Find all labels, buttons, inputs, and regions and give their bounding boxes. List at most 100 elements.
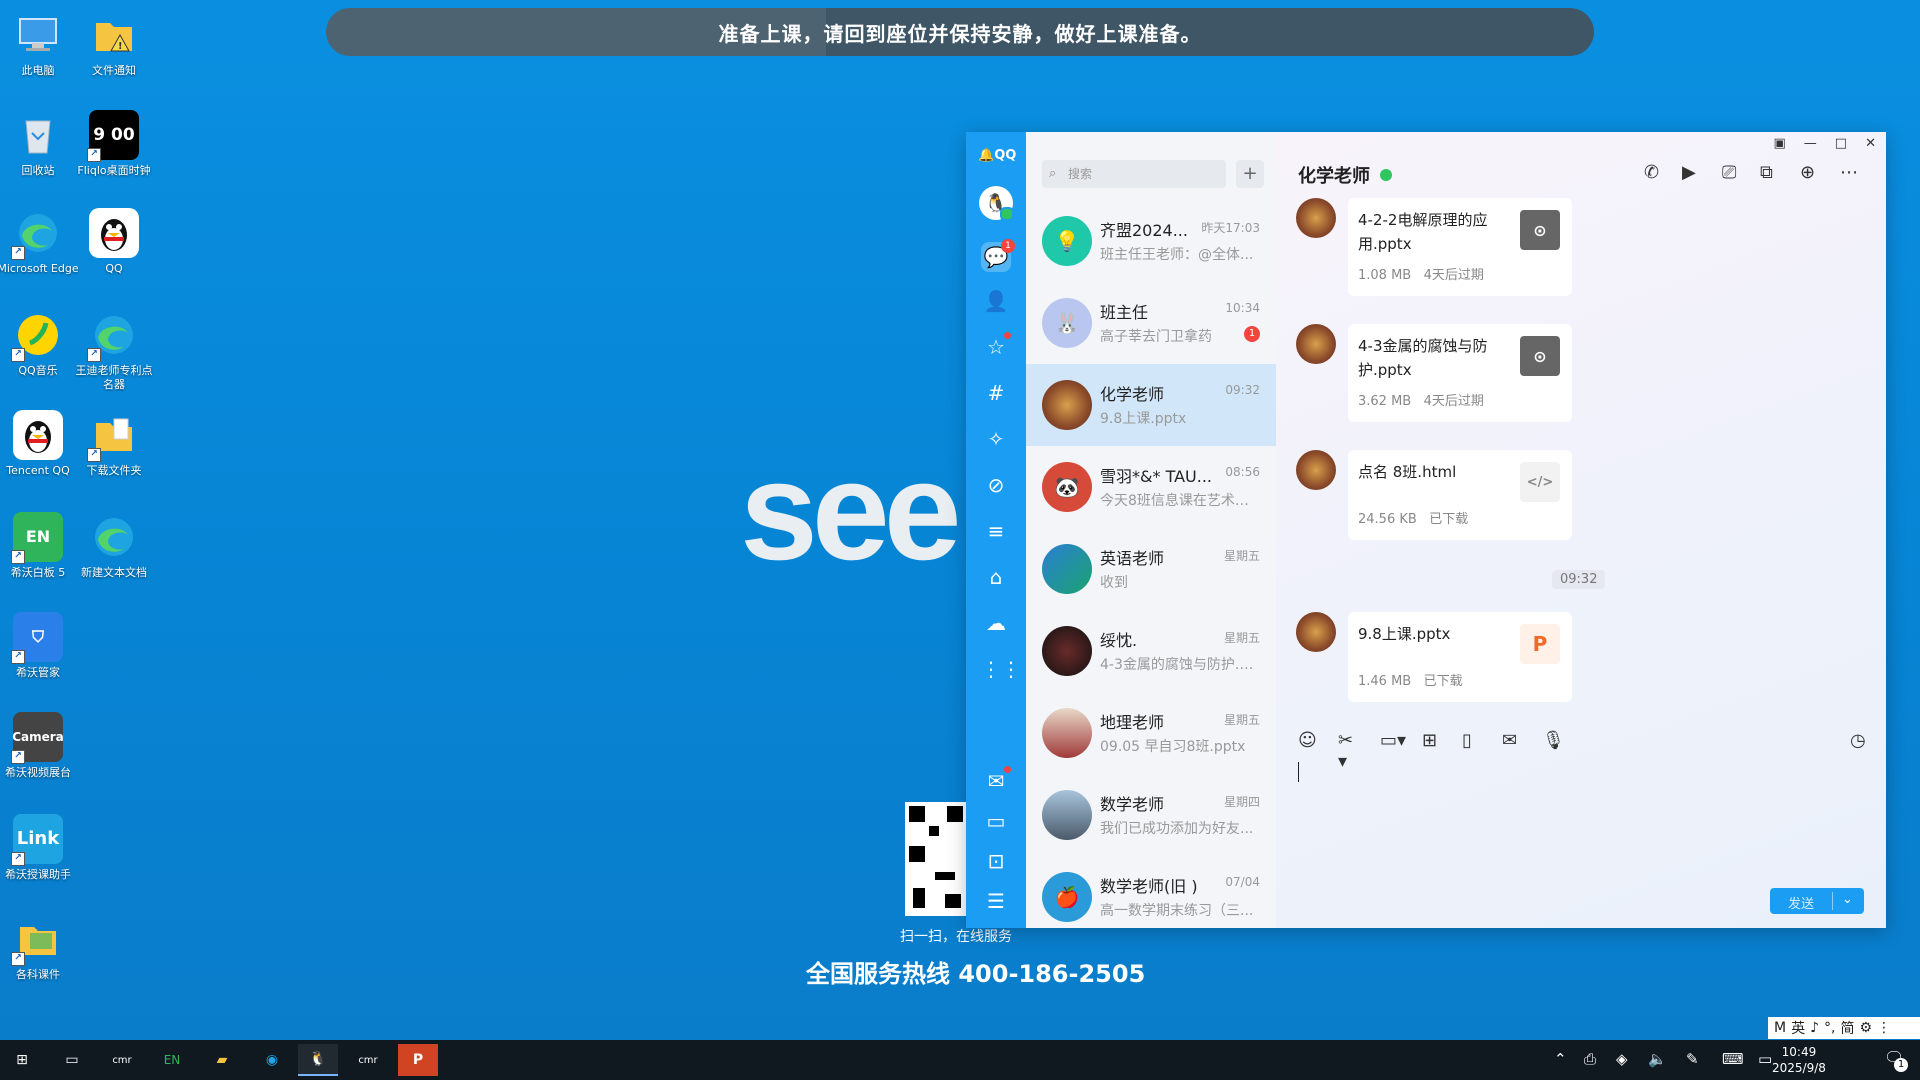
- conversation-item[interactable]: 🐼 雪羽*&* TAU... 08:56 今天8班信息课在艺术楼...: [1026, 446, 1276, 528]
- keyboard-icon[interactable]: ⌨: [1722, 1050, 1744, 1068]
- send-button[interactable]: 发送 ⌄: [1770, 888, 1864, 914]
- taskbar-file-explorer[interactable]: ▰: [202, 1044, 242, 1076]
- taskbar-powerpoint[interactable]: P: [398, 1044, 438, 1076]
- pen-icon[interactable]: ✎: [1686, 1050, 1699, 1068]
- nav-channels-icon[interactable]: #: [981, 378, 1011, 408]
- image-icon[interactable]: ⊞: [1422, 730, 1437, 751]
- notification-center-icon[interactable]: 🗨 1: [1884, 1048, 1908, 1072]
- ime-moon-icon[interactable]: ♪: [1810, 1020, 1819, 1036]
- taskbar-clock[interactable]: 10:49 2025/9/8: [1772, 1044, 1826, 1076]
- nav-apps-icon[interactable]: ⋮⋮: [981, 654, 1021, 684]
- ime-toolbar[interactable]: M 英 ♪ °, 简 ⚙ ⋮: [1768, 1017, 1920, 1039]
- desktop-icon-seewo-camera[interactable]: Camera ↗ 希沃视频展台: [0, 712, 80, 780]
- add-member-icon[interactable]: ⊕: [1800, 162, 1815, 183]
- add-button[interactable]: +: [1236, 160, 1264, 188]
- screenshot-icon[interactable]: ✂▾: [1338, 730, 1353, 772]
- conversation-item[interactable]: 🍎 数学老师(旧 ) 07/04 高一数学期末练习（三...: [1026, 856, 1276, 938]
- chevron-down-icon[interactable]: ⌄: [1842, 892, 1853, 907]
- nav-favorites-icon[interactable]: ☆: [981, 332, 1011, 362]
- ime-settings-icon[interactable]: ⚙: [1859, 1020, 1872, 1036]
- desktop-icon-courseware[interactable]: ↗ 各科课件: [0, 914, 80, 982]
- sender-avatar[interactable]: [1296, 198, 1336, 238]
- taskbar-qq[interactable]: 🐧: [298, 1044, 338, 1076]
- start-button[interactable]: ⊞: [2, 1044, 42, 1076]
- conversation-item[interactable]: 数学老师 星期四 我们已成功添加为好友...: [1026, 774, 1276, 856]
- task-view-icon[interactable]: ▭: [52, 1044, 92, 1076]
- history-icon[interactable]: ◷: [1850, 730, 1866, 751]
- nav-mail-icon[interactable]: ✉: [981, 766, 1011, 796]
- taskbar-seewo-board[interactable]: EN: [152, 1044, 192, 1076]
- tray-expand-icon[interactable]: ⌃: [1554, 1050, 1567, 1068]
- conversation-preview: 今天8班信息课在艺术楼...: [1100, 493, 1260, 509]
- desktop-icon-seewo-link[interactable]: Link ↗ 希沃授课助手: [0, 814, 80, 882]
- sender-avatar[interactable]: [1296, 612, 1336, 652]
- nav-contacts-icon[interactable]: 👤: [981, 286, 1011, 316]
- desktop-icon-qq-music[interactable]: ↗ QQ音乐: [0, 310, 80, 378]
- security-icon[interactable]: ◈: [1616, 1050, 1628, 1068]
- nav-gallery-icon[interactable]: ✧: [981, 424, 1011, 454]
- nav-folder-icon[interactable]: ▭: [981, 806, 1011, 836]
- file-icon[interactable]: ▭▾: [1380, 730, 1406, 751]
- ime-more-icon[interactable]: ⋮: [1877, 1020, 1891, 1036]
- desktop-icon-recycle-bin[interactable]: 回收站: [0, 110, 80, 178]
- pin-window-icon[interactable]: ▣: [1774, 136, 1786, 151]
- taskbar-edge[interactable]: ◉: [252, 1044, 292, 1076]
- remote-assist-icon[interactable]: ⧉: [1760, 162, 1773, 183]
- sender-avatar[interactable]: [1296, 324, 1336, 364]
- nav-docs-icon[interactable]: ⌂: [981, 562, 1011, 592]
- file-card[interactable]: 9.8上课.pptx 1.46 MB 已下载 P: [1348, 612, 1572, 702]
- desktop-icon-rollcall[interactable]: ↗ 王迪老师专利点名器: [72, 310, 156, 392]
- desktop-icon-seewo-board[interactable]: EN ↗ 希沃白板 5: [0, 512, 80, 580]
- desktop-icon-this-pc[interactable]: 此电脑: [0, 10, 80, 78]
- ime-simplified-toggle[interactable]: 简: [1840, 1018, 1854, 1038]
- nav-games-icon[interactable]: ⊘: [981, 470, 1011, 500]
- conversation-item[interactable]: 英语老师 星期五 收到: [1026, 528, 1276, 610]
- emoji-icon[interactable]: ☺: [1298, 730, 1317, 751]
- more-icon[interactable]: ⋯: [1840, 162, 1858, 183]
- desktop-icon-downloads[interactable]: ↗ 下载文件夹: [72, 410, 156, 478]
- conversation-item-selected[interactable]: 化学老师 09:32 9.8上课.pptx: [1026, 364, 1276, 446]
- nav-feed-icon[interactable]: ≡: [981, 516, 1011, 546]
- network-icon[interactable]: ⎙: [1584, 1050, 1596, 1068]
- ime-logo-icon[interactable]: M: [1774, 1020, 1786, 1036]
- download-icon[interactable]: ⊙: [1520, 336, 1560, 376]
- taskbar-camera-2[interactable]: cmr: [348, 1044, 388, 1076]
- sender-avatar[interactable]: [1296, 450, 1336, 490]
- my-avatar[interactable]: 🐧: [979, 186, 1014, 221]
- nav-messages-icon[interactable]: 💬 1: [981, 239, 1015, 272]
- text-input-cursor[interactable]: [1298, 762, 1299, 782]
- conversation-item[interactable]: 💡 齐盟2024... 昨天17:03 班主任王老师：@全体...: [1026, 200, 1276, 282]
- nav-menu-icon[interactable]: ☰: [981, 886, 1011, 916]
- conversation-item[interactable]: 🐰 班主任 10:34 高子莘去门卫拿药 1: [1026, 282, 1276, 364]
- nav-bookmark-icon[interactable]: ⊡: [981, 846, 1011, 876]
- desktop-icon-fliqlo[interactable]: 9 00 ↗ Fliqlo桌面时钟: [72, 110, 156, 178]
- desktop-icon-file-notice[interactable]: ! 文件通知: [72, 10, 156, 78]
- ime-language-toggle[interactable]: 英: [1791, 1018, 1805, 1038]
- conversation-item[interactable]: 绥忱. 星期五 4-3金属的腐蚀与防护.p...: [1026, 610, 1276, 692]
- desktop-icon-seewo-manager[interactable]: ⛉ ↗ 希沃管家: [0, 612, 80, 680]
- volume-icon[interactable]: 🔈: [1648, 1050, 1667, 1068]
- file-card[interactable]: 4-3金属的腐蚀与防护.pptx 3.62 MB 4天后过期 ⊙: [1348, 324, 1572, 422]
- close-icon[interactable]: ✕: [1865, 136, 1876, 151]
- conversation-item[interactable]: 地理老师 星期五 09.05 早自习8班.pptx: [1026, 692, 1276, 774]
- desktop-icon-tencent-qq[interactable]: Tencent QQ: [0, 410, 80, 478]
- desktop-icon-new-text[interactable]: 新建文本文档: [72, 512, 156, 580]
- desktop-icon-edge[interactable]: ↗ Microsoft Edge: [0, 208, 80, 276]
- search-input[interactable]: ⌕ 搜索: [1042, 160, 1226, 188]
- maximize-icon[interactable]: □: [1835, 136, 1847, 151]
- shake-icon[interactable]: ▯: [1462, 730, 1472, 751]
- screen-share-icon[interactable]: ⎚: [1722, 162, 1736, 183]
- voice-icon[interactable]: 🎙: [1542, 730, 1565, 751]
- file-card[interactable]: 点名 8班.html 24.56 KB 已下载 </>: [1348, 450, 1572, 540]
- voice-call-icon[interactable]: ✆: [1644, 162, 1659, 183]
- ime-punctuation-toggle[interactable]: °,: [1824, 1020, 1835, 1036]
- download-icon[interactable]: ⊙: [1520, 210, 1560, 250]
- nav-space-icon[interactable]: ☁: [981, 608, 1011, 638]
- minimize-icon[interactable]: —: [1804, 136, 1817, 151]
- file-card[interactable]: 4-2-2电解原理的应用.pptx 1.08 MB 4天后过期 ⊙: [1348, 198, 1572, 296]
- taskbar-camera-app[interactable]: cmr: [102, 1044, 142, 1076]
- desktop-peek-icon[interactable]: ▭: [1758, 1050, 1772, 1068]
- red-packet-icon[interactable]: ✉: [1502, 730, 1517, 751]
- desktop-icon-qq[interactable]: QQ: [72, 208, 156, 276]
- video-call-icon[interactable]: ▶: [1682, 162, 1696, 183]
